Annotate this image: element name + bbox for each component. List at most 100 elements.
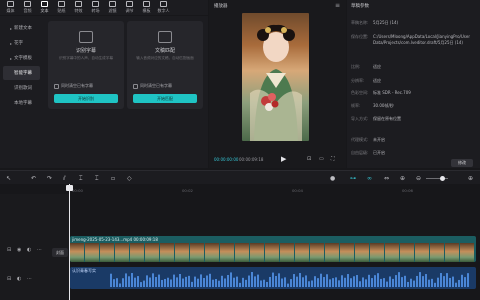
property-key: 自由层级:	[351, 150, 369, 155]
toolbar-item-7[interactable]: 调节	[121, 0, 138, 15]
split-right-icon[interactable]: ⌶	[95, 175, 99, 183]
player-controls: 00:00:00:00 00:00:09:18 ▶ ⊡ ▭ ⛶	[209, 153, 346, 167]
category-item-1[interactable]: ▸ 花字	[3, 36, 40, 50]
ratio-icon[interactable]: ▭	[319, 156, 324, 162]
select-icon[interactable]: ↖	[6, 175, 11, 182]
split-left-icon[interactable]: ⌶	[79, 175, 83, 183]
toolbar-item-label: 文本	[40, 8, 49, 13]
category-item-2[interactable]: ▸ 文字模板	[3, 51, 40, 65]
modify-button[interactable]: 修改	[451, 159, 473, 167]
toolbar-item-4[interactable]: 特效	[70, 0, 87, 15]
script-match-icon	[158, 31, 172, 43]
time-ruler[interactable]: 00:00 00:02 00:04 00:06	[70, 184, 480, 194]
waveform-bar	[443, 276, 445, 287]
split-icon[interactable]: ⫽	[63, 175, 66, 183]
clip-thumbnail	[145, 243, 159, 262]
audio-clip[interactable]	[70, 267, 476, 289]
clip-thumbnail	[115, 243, 129, 262]
waveform-bar	[287, 283, 289, 287]
category-item-4[interactable]: 识别歌词	[3, 81, 40, 95]
start-recognize-button[interactable]: 开始识别	[54, 94, 118, 103]
property-key: 导入方式:	[351, 116, 369, 121]
timeline-settings-icon[interactable]: ⊕	[468, 175, 473, 182]
fullscreen-icon[interactable]: ⛶	[331, 156, 335, 162]
property-value: 30.00帧/秒	[373, 103, 394, 108]
waveform-bar	[404, 275, 406, 287]
filter-icon	[109, 1, 116, 7]
category-item-3[interactable]: 智能字幕	[3, 66, 40, 80]
zoom-fit-icon[interactable]: ⊕	[400, 175, 405, 182]
clear-existing-checkbox[interactable]: 同时清空已有字幕	[133, 83, 172, 89]
match-script-card[interactable]: 文稿匹配 输入音频对应的文稿，自动匹配画面 同时清空已有字幕 开始匹配	[127, 21, 203, 109]
link-icon[interactable]: ∞	[367, 175, 372, 182]
shield-icon[interactable]: ◇	[127, 175, 132, 182]
waveform-bar	[419, 272, 421, 287]
audio-more-icon[interactable]: ⋯	[27, 276, 32, 282]
video-preview[interactable]	[242, 13, 309, 141]
category-item-5[interactable]: 本地字幕	[3, 96, 40, 110]
waveform-bar	[245, 279, 247, 287]
waveform-bar	[179, 274, 181, 287]
toolbar-item-1[interactable]: 音频	[19, 0, 36, 15]
category-item-0[interactable]: ▸ 新建文本	[3, 21, 40, 35]
menu-icon[interactable]: ≡	[335, 2, 340, 9]
track-visibility-icon[interactable]: ◉	[17, 247, 21, 253]
waveform-bar	[128, 276, 130, 287]
waveform-bar	[332, 278, 334, 287]
clip-thumbnail	[295, 243, 309, 262]
clear-existing-checkbox[interactable]: 同时清空已有字幕	[54, 83, 93, 89]
track-more-icon[interactable]: ⋯	[37, 247, 42, 253]
waveform-bar	[167, 277, 169, 287]
toolbar-item-8[interactable]: 模板	[138, 0, 155, 15]
zoom-out-icon[interactable]: ⊖	[416, 175, 421, 182]
magnet-icon[interactable]: ⊶	[350, 175, 356, 182]
toolbar-item-5[interactable]: 转场	[87, 0, 104, 15]
clip-thumbnail	[205, 243, 219, 262]
waveform-bar	[308, 281, 310, 287]
text-icon	[41, 1, 48, 7]
waveform-bar	[248, 275, 250, 287]
waveform-bar	[329, 279, 331, 287]
waveform-bar	[110, 273, 112, 287]
toolbar-item-6[interactable]: 滤镜	[104, 0, 121, 15]
waveform-bar	[377, 273, 379, 287]
property-value: 适应	[373, 64, 381, 69]
toolbar-item-9[interactable]: 数字人	[155, 0, 172, 15]
audio-lock-icon[interactable]: ⊟	[7, 276, 11, 282]
play-icon[interactable]: ▶	[281, 155, 286, 163]
waveform-bar	[458, 279, 460, 287]
checkbox-icon[interactable]	[54, 83, 59, 89]
playhead-handle[interactable]	[66, 185, 73, 191]
waveform-bar	[224, 278, 226, 287]
track-lock-icon[interactable]: ⊟	[7, 247, 11, 253]
toolbar-item-label: 特效	[74, 8, 83, 13]
cover-button[interactable]: 封面	[52, 248, 68, 257]
template-icon	[143, 1, 150, 7]
start-match-button[interactable]: 开始匹配	[133, 94, 197, 103]
waveform-bar	[464, 277, 466, 287]
toolbar-item-2[interactable]: 文本	[36, 0, 53, 15]
waveform-bar	[173, 274, 175, 287]
toolbar-item-0[interactable]: 媒体	[2, 0, 19, 15]
track-mute-icon[interactable]: ◐	[27, 247, 31, 253]
waveform-bar	[281, 278, 283, 287]
waveform-bar	[140, 282, 142, 287]
checkbox-icon[interactable]	[133, 83, 138, 89]
audio-mute-icon[interactable]: ◐	[17, 276, 21, 282]
redo-icon[interactable]: ↷	[47, 175, 52, 182]
preview-axis-icon[interactable]: ⇔	[384, 175, 389, 182]
clip-thumbnail	[265, 243, 279, 262]
undo-icon[interactable]: ↶	[31, 175, 36, 182]
toolbar-item-3[interactable]: 贴纸	[53, 0, 70, 15]
property-key: 帧率:	[351, 103, 361, 108]
recognize-caption-card[interactable]: 识别字幕 识别字幕中的人声，自动生成字幕 同时清空已有字幕 开始识别	[48, 21, 124, 109]
crop-icon[interactable]: ⊡	[307, 156, 311, 162]
waveform-bar	[113, 279, 115, 287]
zoom-slider-handle[interactable]	[440, 176, 445, 181]
delete-icon[interactable]: ▫	[111, 175, 115, 182]
property-key: 分辨率:	[351, 78, 365, 83]
waveform-bar	[194, 276, 196, 287]
playhead[interactable]	[69, 184, 70, 300]
toolbar-item-label: 转场	[91, 8, 100, 13]
microphone-icon[interactable]: ●	[330, 175, 335, 182]
